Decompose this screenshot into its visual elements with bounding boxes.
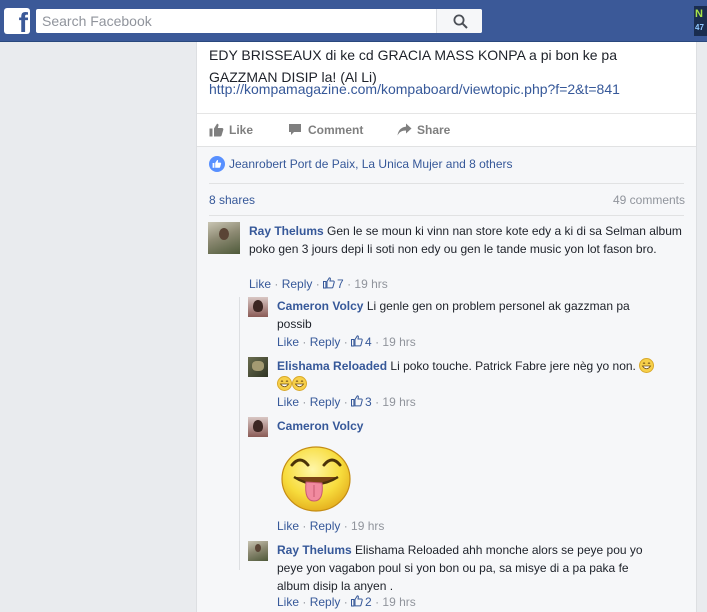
thumbs-up-icon [351,395,363,407]
like-label: Like [229,123,254,137]
comment-icon [289,124,301,135]
post-actions-bar: Like Comment Share [197,113,696,146]
commenter-name[interactable]: Cameron Volcy [277,299,363,313]
commenter-name[interactable]: Elishama Reloaded [277,359,387,373]
comment-timestamp[interactable]: 19 hrs [351,519,384,533]
comment-body: Cameron Volcy [277,417,649,435]
avatar[interactable] [248,417,268,437]
facebook-logo-letter: f [18,8,28,34]
reply-thread-line [239,297,240,570]
comment-reply-link[interactable]: Reply [310,595,341,609]
comment-label: Comment [308,123,364,137]
search-box [36,9,482,33]
divider [209,183,684,184]
comment-meta: Like · Reply · 3 · 19 hrs [277,395,416,409]
commenter-name[interactable]: Ray Thelums [249,224,324,238]
comment-body: Ray Thelums Gen le se moun ki vinn nan s… [249,222,683,258]
grinning-sweat-emoji-icon [277,376,292,391]
top-navigation-bar: f N 47 [0,0,707,42]
comment-like-link[interactable]: Like [249,277,271,291]
comment-reply-link[interactable]: Reply [310,335,341,349]
reply-comment: Ray Thelums Elishama Reloaded ahh monche… [248,541,688,611]
comment-like-link[interactable]: Like [277,519,299,533]
comment-text: Li poko touche. Patrick Fabre jere nèg y… [390,359,636,373]
comment-meta: Like · Reply · 4 · 19 hrs [277,335,416,349]
post-link[interactable]: http://kompamagazine.com/kompaboard/view… [209,78,620,100]
comment: Ray Thelums Gen le se moun ki vinn nan s… [208,222,688,292]
comment-meta: Like · Reply · 7 · 19 hrs [249,277,388,291]
comment-reply-link[interactable]: Reply [310,395,341,409]
comment-like-link[interactable]: Like [277,395,299,409]
comment-timestamp[interactable]: 19 hrs [382,395,415,409]
comments-count-link[interactable]: 49 comments [613,192,685,208]
partial-badge: N 47 [694,6,707,36]
comment-timestamp[interactable]: 19 hrs [354,277,387,291]
share-button[interactable]: Share [397,120,457,140]
comment-body: Elishama Reloaded Li poko touche. Patric… [277,357,667,393]
grinning-sweat-emoji-icon [639,358,655,373]
comment-like-link[interactable]: Like [277,335,299,349]
comment-reply-link[interactable]: Reply [310,519,341,533]
thumbs-up-icon [209,123,224,137]
search-input[interactable] [36,9,436,33]
thumbs-up-icon [351,595,363,607]
share-arrow-icon [397,123,412,136]
reply-comment: Cameron Volcy Li genle gen on problem pe… [248,297,688,353]
commenter-name[interactable]: Cameron Volcy [277,419,363,433]
like-count[interactable]: 2 [365,595,372,609]
like-reaction-icon [209,156,225,172]
thumbs-up-icon [351,335,363,347]
search-button[interactable] [436,9,482,33]
avatar[interactable] [248,357,268,377]
shares-count-link[interactable]: 8 shares [209,192,255,208]
grinning-sweat-emoji-icon [292,376,307,391]
comment-button[interactable]: Comment [288,120,368,140]
thumbs-up-icon [323,277,335,289]
comment-body: Ray Thelums Elishama Reloaded ahh monche… [277,541,649,595]
comment-reply-link[interactable]: Reply [282,277,313,291]
search-icon [453,14,468,29]
avatar[interactable] [248,541,268,561]
badge-text-bottom: 47 [695,23,704,32]
share-label: Share [417,123,451,137]
like-count[interactable]: 7 [337,277,344,291]
like-button[interactable]: Like [209,120,259,140]
comment-meta: Like · Reply · 2 · 19 hrs [277,595,416,609]
reply-comment: Elishama Reloaded Li poko touche. Patric… [248,357,688,413]
comment-timestamp[interactable]: 19 hrs [382,595,415,609]
divider [209,215,684,216]
comment-meta: Like · Reply · 19 hrs [277,519,385,533]
comment-like-link[interactable]: Like [277,595,299,609]
tongue-out-sticker-icon[interactable] [280,443,352,518]
commenter-name[interactable]: Ray Thelums [277,543,352,557]
avatar[interactable] [208,222,240,254]
like-count[interactable]: 4 [365,335,372,349]
like-count[interactable]: 3 [365,395,372,409]
facebook-logo-icon[interactable]: f [4,8,30,34]
comment-timestamp[interactable]: 19 hrs [382,335,415,349]
reactions-text: Jeanrobert Port de Paix, La Unica Mujer … [229,157,513,171]
badge-text-top: N [695,8,703,20]
comment-body: Cameron Volcy Li genle gen on problem pe… [277,297,649,333]
avatar[interactable] [248,297,268,317]
